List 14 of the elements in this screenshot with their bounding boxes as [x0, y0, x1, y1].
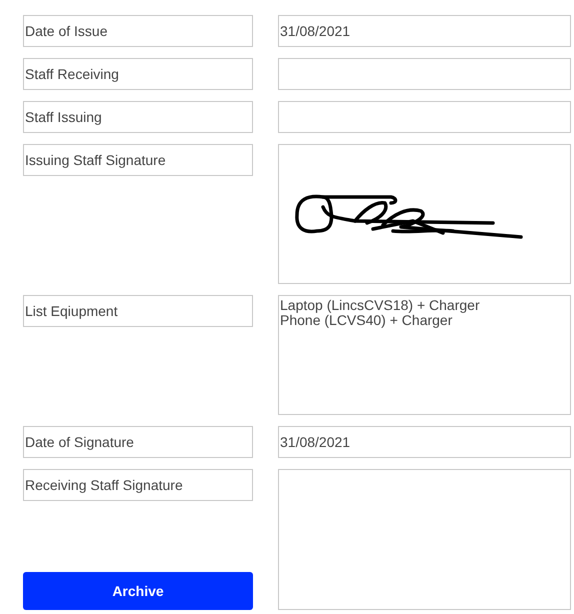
text-field[interactable]: 31/08/2021: [278, 15, 571, 47]
field-label: List Eqiupment: [23, 295, 253, 327]
field-label: Date of Issue: [23, 15, 253, 47]
field-label: Staff Issuing: [23, 101, 253, 133]
field-label: Staff Receiving: [23, 58, 253, 90]
text-field[interactable]: [278, 101, 571, 133]
text-field[interactable]: [278, 58, 571, 90]
signature-pad[interactable]: [278, 144, 571, 284]
archive-button[interactable]: Archive: [23, 572, 253, 610]
text-area[interactable]: Laptop (LincsCVS18) + Charger Phone (LCVS40) + Charger: [278, 295, 571, 415]
field-label: Issuing Staff Signature: [23, 144, 253, 176]
field-label: Date of Signature: [23, 426, 253, 458]
text-field[interactable]: 31/08/2021: [278, 426, 571, 458]
field-label: Receiving Staff Signature: [23, 469, 253, 501]
